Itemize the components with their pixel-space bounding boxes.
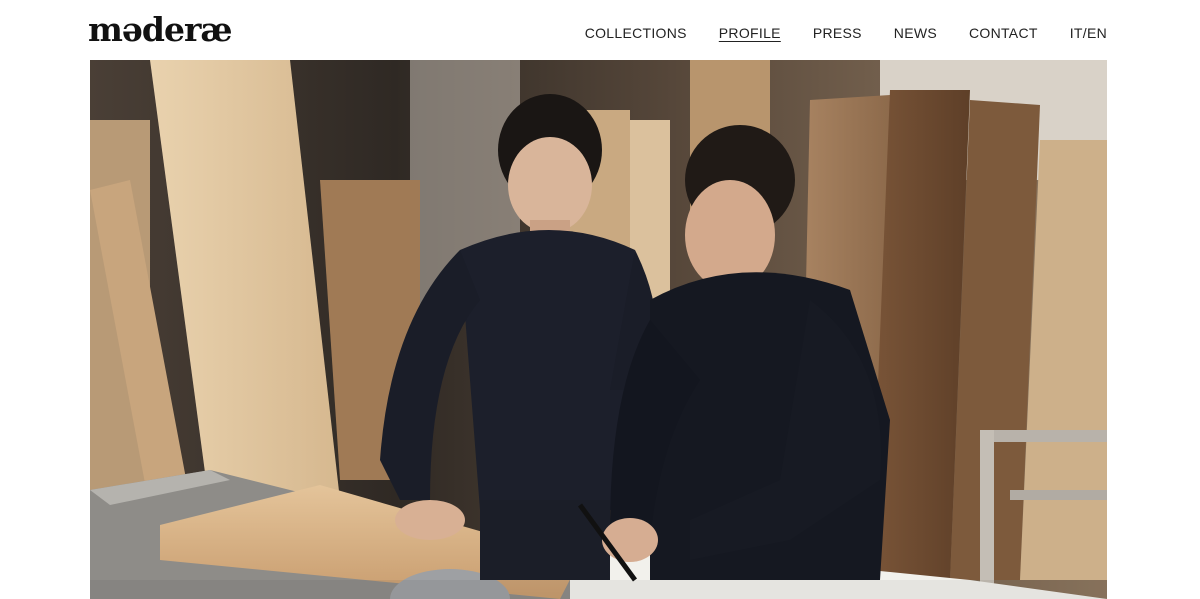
site-header: mǝderæ COLLECTIONS PROFILE PRESS NEWS CO… (0, 0, 1200, 60)
nav-collections[interactable]: COLLECTIONS (585, 24, 687, 42)
nav-press[interactable]: PRESS (813, 24, 862, 42)
nav-news[interactable]: NEWS (894, 24, 937, 42)
nav-profile[interactable]: PROFILE (719, 24, 781, 42)
main-nav: COLLECTIONS PROFILE PRESS NEWS CONTACT I… (585, 24, 1107, 42)
nav-contact[interactable]: CONTACT (969, 24, 1038, 42)
workshop-photo (90, 60, 1107, 599)
site-logo[interactable]: mǝderæ (88, 10, 233, 50)
nav-language-switch[interactable]: IT/EN (1070, 24, 1107, 42)
hero-image (90, 60, 1107, 599)
